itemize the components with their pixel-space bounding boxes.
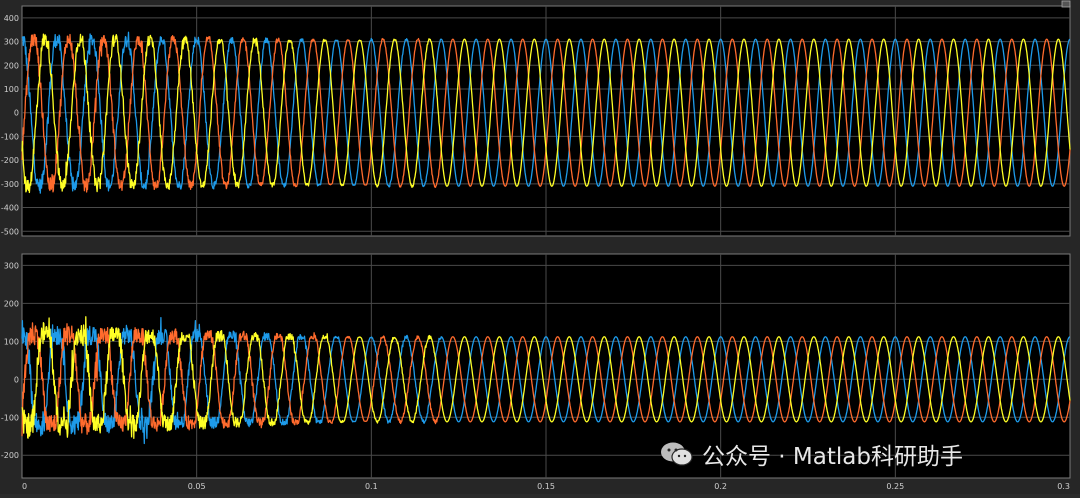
scope-plot-area: -500 -400 -300 -200 -100 0 100 200 300 400 -200 -10… [1,0,1071,491]
y-tick-label: -200 [1,451,19,460]
y-tick-label: -100 [1,413,19,422]
y-tick-label: 300 [4,261,19,270]
y-tick-label: 100 [4,337,19,346]
wechat-icon [660,441,694,467]
watermark-text: 公众号 · Matlab科研助手 [702,444,963,470]
y-tick-label: -400 [1,204,19,213]
watermark: 公众号 · Matlab科研助手 [660,437,963,471]
y-tick-label: -100 [1,132,19,141]
y-tick-label: 0 [14,109,19,118]
y-tick-label: -300 [1,180,19,189]
y-tick-label: 200 [4,299,19,308]
x-tick-label: 0.1 [365,482,378,491]
x-tick-label: 0.25 [886,482,904,491]
y-tick-label: 0 [14,375,19,384]
y-tick-label: 300 [4,38,19,47]
y-tick-label: 100 [4,85,19,94]
y-tick-label: 400 [4,14,19,23]
scope-window: -500 -400 -300 -200 -100 0 100 200 300 400 -200 -10… [0,0,1080,494]
x-tick-label: 0.3 [1057,482,1070,491]
x-tick-label: 0.15 [537,482,555,491]
restore-icon[interactable] [1061,0,1071,8]
x-tick-label: 0.2 [714,482,727,491]
y-tick-label: -200 [1,156,19,165]
x-tick-label: 0.05 [188,482,206,491]
y-tick-label: 200 [4,61,19,70]
y-tick-label: -500 [1,227,19,236]
x-tick-label: 0 [22,482,27,491]
